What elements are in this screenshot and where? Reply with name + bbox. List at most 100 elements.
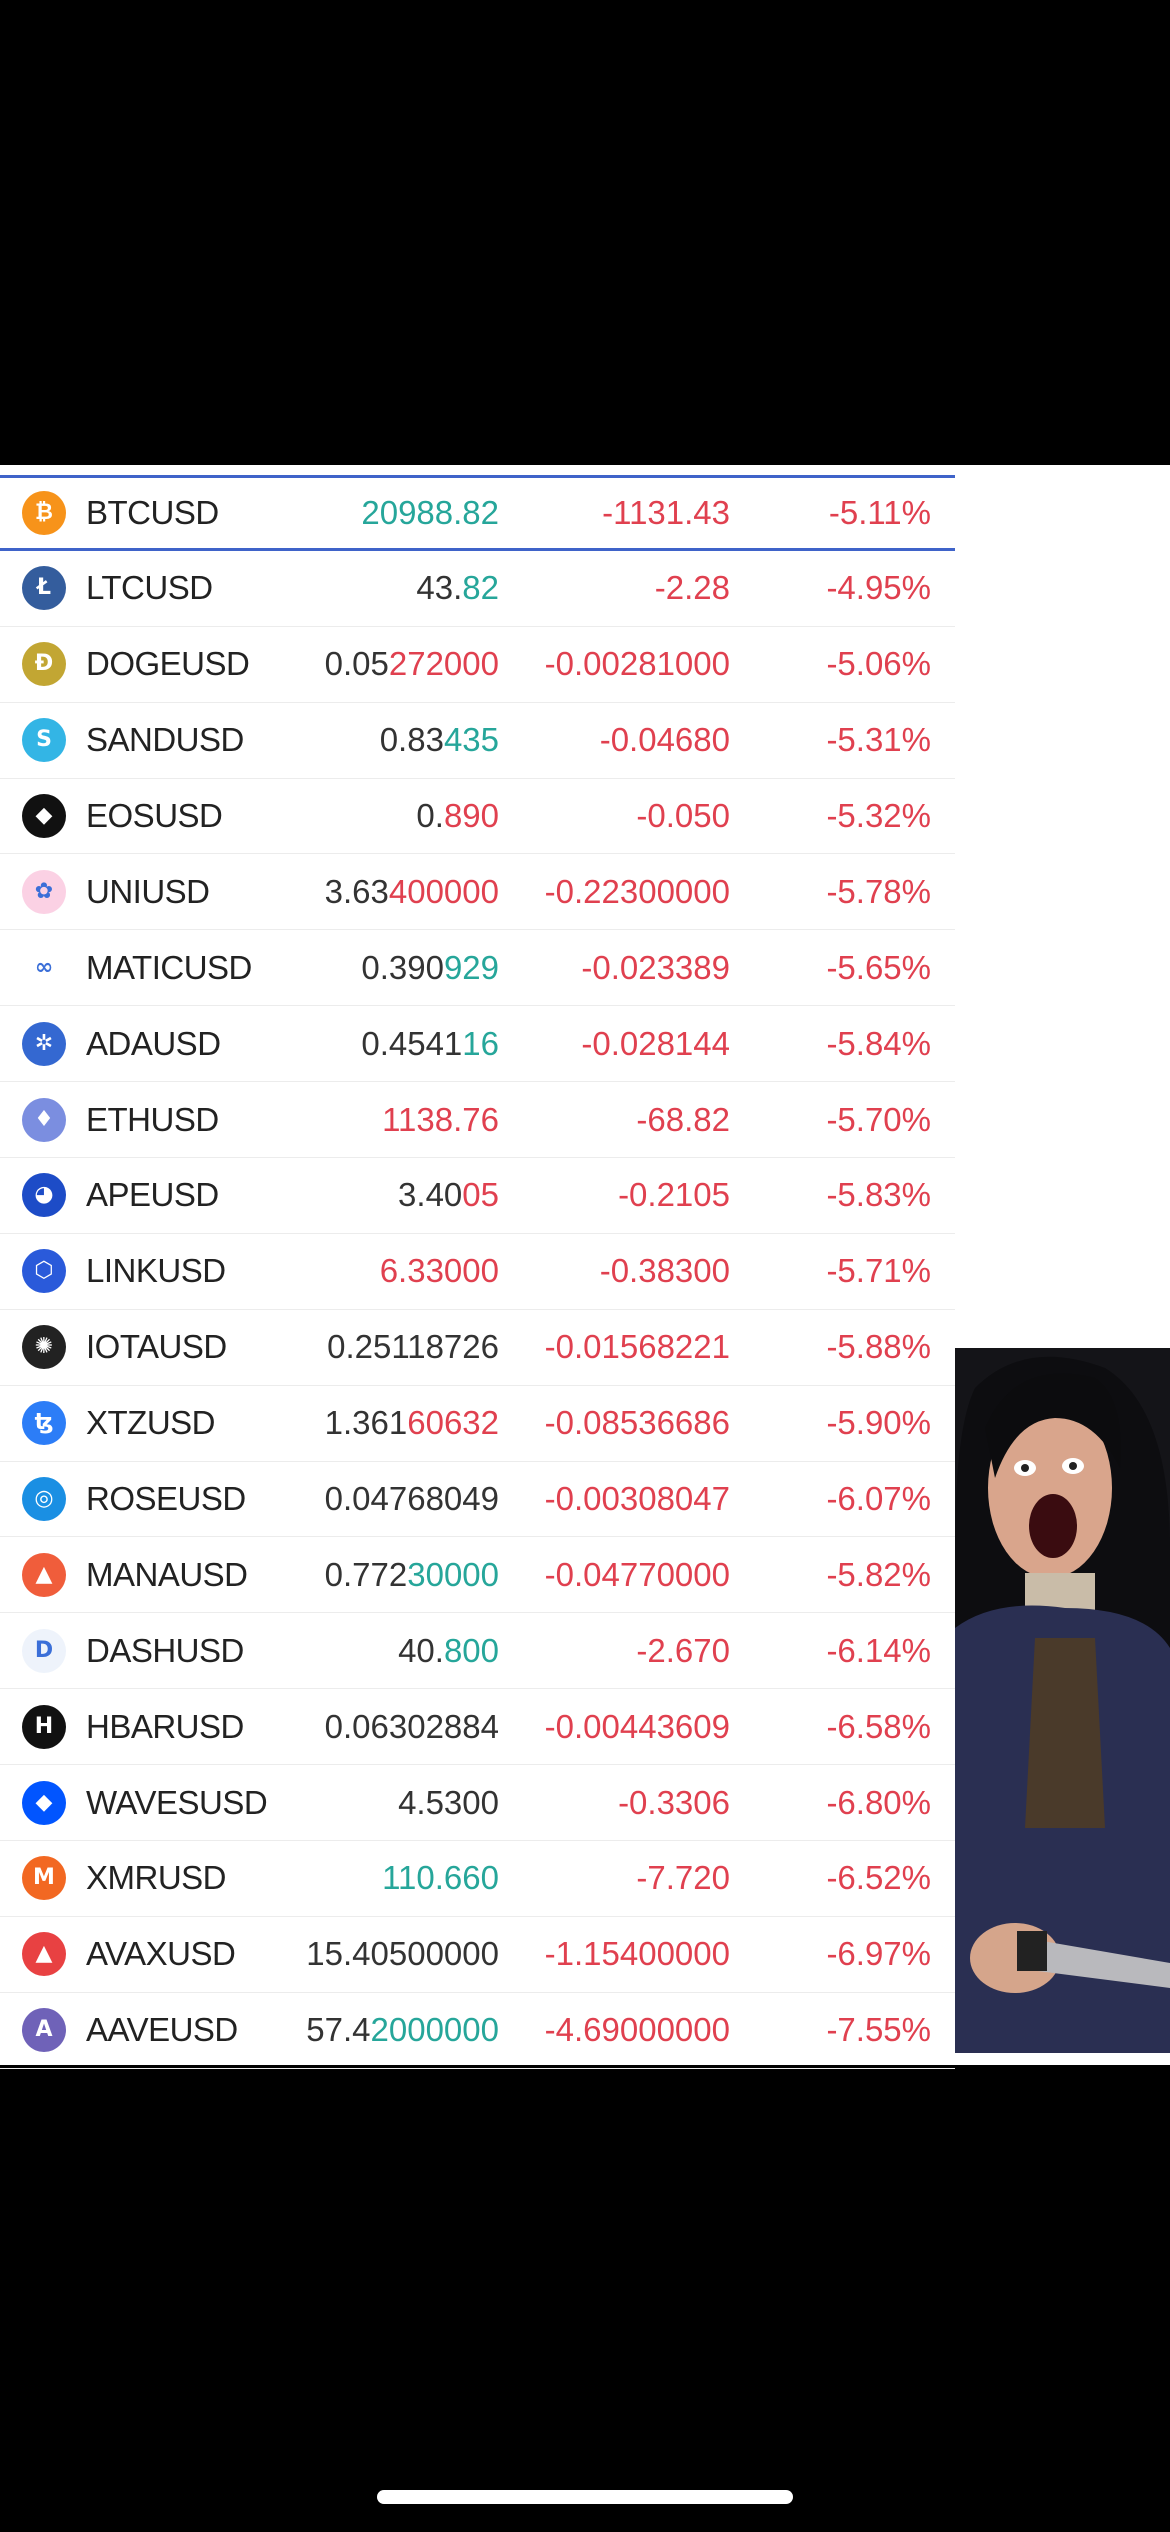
- change-value: -0.08536686: [544, 1404, 730, 1442]
- symbol-label: LTCUSD: [86, 569, 213, 607]
- symbol-label: UNIUSD: [86, 872, 210, 910]
- symbol-label: DOGEUSD: [86, 645, 250, 683]
- change-value: -1.15400000: [544, 1935, 730, 1973]
- change-percent: -5.90%: [826, 1404, 931, 1442]
- change-percent: -5.65%: [826, 948, 931, 986]
- change-value: -0.028144: [581, 1024, 730, 1062]
- last-price-part: 890: [443, 797, 499, 834]
- last-price-part: 20988.82: [361, 493, 499, 531]
- symbol-label: ETHUSD: [86, 1100, 219, 1138]
- table-row[interactable]: ✺ IOTAUSD 0.25118726 -0.01568221 -5.88%: [0, 1310, 955, 1386]
- symbol-label: WAVESUSD: [86, 1783, 268, 1821]
- last-price-part: 30000: [407, 1555, 499, 1593]
- change-percent: -6.14%: [826, 1631, 931, 1669]
- table-row[interactable]: ♦ ETHUSD 1138.76 -68.82 -5.70%: [0, 1082, 955, 1159]
- change-percent: -5.83%: [826, 1176, 931, 1214]
- apecoin-icon: ◕: [22, 1173, 66, 1218]
- last-price-part: 0.83: [379, 721, 444, 759]
- dash-icon: D: [22, 1628, 66, 1673]
- last-price-part: 0.390: [361, 948, 444, 986]
- last-price: 0. 890: [416, 779, 499, 854]
- last-price-part: 929: [443, 948, 499, 986]
- last-price: 0.390 929: [361, 930, 499, 1005]
- last-price: 0.04768049: [325, 1462, 499, 1537]
- last-price-part: 110.660: [382, 1859, 499, 1897]
- last-price: 0.4541 16: [361, 1006, 499, 1081]
- table-row[interactable]: Ð DOGEUSD 0.05 272000 -0.00281000 -5.06%: [0, 627, 955, 703]
- waves-icon: ◆: [22, 1780, 66, 1825]
- last-price-part: 0.4541: [361, 1024, 463, 1062]
- table-row[interactable]: ▲ MANAUSD 0.772 30000 -0.04770000 -5.82%: [0, 1537, 955, 1614]
- last-price-part: 05: [462, 1176, 499, 1214]
- watchlist-table: ₿ BTCUSD 20988.82 -1131.43 -5.11% Ł LTCUSD 43. 8…: [0, 475, 955, 2069]
- table-row[interactable]: ◎ ROSEUSD 0.04768049 -0.00308047 -6.07%: [0, 1462, 955, 1538]
- table-row[interactable]: S SANDUSD 0.83 435 -0.04680 -5.31%: [0, 703, 955, 779]
- table-row[interactable]: D DASHUSD 40. 800 -2.670 -6.14%: [0, 1613, 955, 1690]
- change-value: -1131.43: [602, 493, 730, 531]
- change-percent: -5.06%: [826, 645, 931, 683]
- last-price-part: 16: [462, 1024, 499, 1062]
- symbol-label: XTZUSD: [86, 1404, 216, 1442]
- ethereum-icon: ♦: [22, 1097, 66, 1142]
- last-price-part: 800: [443, 1631, 499, 1669]
- change-percent: -5.31%: [826, 721, 931, 759]
- polygon-icon: ∞: [22, 945, 66, 990]
- dogecoin-icon: Ð: [22, 642, 66, 687]
- last-price: 1138.76: [382, 1082, 499, 1157]
- iota-icon: ✺: [22, 1325, 66, 1370]
- change-percent: -5.82%: [826, 1555, 931, 1593]
- table-row[interactable]: ꜩ XTZUSD 1.361 60632 -0.08536686 -5.90%: [0, 1386, 955, 1462]
- last-price: 0.83 435: [380, 703, 499, 778]
- avalanche-icon: ▲: [22, 1932, 66, 1977]
- symbol-label: MANAUSD: [86, 1555, 248, 1593]
- tezos-icon: ꜩ: [22, 1401, 66, 1446]
- change-value: -0.023389: [581, 948, 730, 986]
- change-value: -2.670: [636, 1631, 730, 1669]
- last-price-part: 6.33000: [379, 1252, 499, 1290]
- change-value: -0.38300: [599, 1252, 730, 1290]
- table-row[interactable]: M XMRUSD 110.660 -7.720 -6.52%: [0, 1841, 955, 1917]
- table-row[interactable]: H HBARUSD 0.06302884 -0.00443609 -6.58%: [0, 1689, 955, 1766]
- last-price-part: 82: [462, 569, 499, 607]
- table-row[interactable]: ₿ BTCUSD 20988.82 -1131.43 -5.11%: [0, 475, 955, 551]
- hedera-icon: H: [22, 1704, 66, 1749]
- table-row[interactable]: Ł LTCUSD 43. 82 -2.28 -4.95%: [0, 551, 955, 627]
- table-row[interactable]: ✿ UNIUSD 3.63 400000 -0.22300000 -5.78%: [0, 854, 955, 931]
- change-percent: -5.84%: [826, 1024, 931, 1062]
- last-price-part: 0.05: [324, 645, 389, 683]
- change-percent: -4.95%: [826, 569, 931, 607]
- change-percent: -5.11%: [828, 493, 931, 531]
- last-price-part: 43.: [416, 569, 463, 607]
- cardano-icon: ✲: [22, 1021, 66, 1066]
- symbol-label: LINKUSD: [86, 1252, 226, 1290]
- symbol-label: ROSEUSD: [86, 1480, 246, 1518]
- change-percent: -5.78%: [826, 872, 931, 910]
- home-indicator[interactable]: [377, 2490, 793, 2504]
- table-row[interactable]: A AAVEUSD 57.4 2000000 -4.69000000 -7.55%: [0, 1993, 955, 2069]
- change-value: -0.050: [636, 797, 730, 834]
- last-price-part: 57.4: [306, 2011, 371, 2049]
- symbol-label: IOTAUSD: [86, 1328, 227, 1366]
- last-price-part: 60632: [407, 1404, 499, 1442]
- table-row[interactable]: ⬡ LINKUSD 6.33000 -0.38300 -5.71%: [0, 1234, 955, 1310]
- change-percent: -5.88%: [826, 1328, 931, 1366]
- last-price-part: 2000000: [370, 2011, 499, 2049]
- symbol-label: ADAUSD: [86, 1024, 221, 1062]
- table-row[interactable]: ◆ WAVESUSD 4.5300 -0.3306 -6.80%: [0, 1765, 955, 1842]
- last-price-part: 4.5300: [398, 1783, 499, 1821]
- change-percent: -6.80%: [826, 1783, 931, 1821]
- last-price-part: 0.772: [324, 1555, 408, 1593]
- change-value: -0.00308047: [544, 1480, 730, 1518]
- table-row[interactable]: ▲ AVAXUSD 15.40500000 -1.15400000 -6.97%: [0, 1917, 955, 1993]
- last-price-part: 435: [443, 721, 499, 759]
- table-row[interactable]: ✲ ADAUSD 0.4541 16 -0.028144 -5.84%: [0, 1006, 955, 1083]
- change-percent: -5.70%: [826, 1100, 931, 1138]
- table-row[interactable]: ◕ APEUSD 3.40 05 -0.2105 -5.83%: [0, 1158, 955, 1234]
- last-price: 43. 82: [416, 551, 499, 626]
- oasis-icon: ◎: [22, 1477, 66, 1522]
- table-row[interactable]: ◆ EOSUSD 0. 890 -0.050 -5.32%: [0, 779, 955, 855]
- last-price-part: 1.361: [324, 1404, 408, 1442]
- last-price-part: 0.06302884: [324, 1707, 499, 1745]
- sandbox-icon: S: [22, 718, 66, 763]
- table-row[interactable]: ∞ MATICUSD 0.390 929 -0.023389 -5.65%: [0, 930, 955, 1007]
